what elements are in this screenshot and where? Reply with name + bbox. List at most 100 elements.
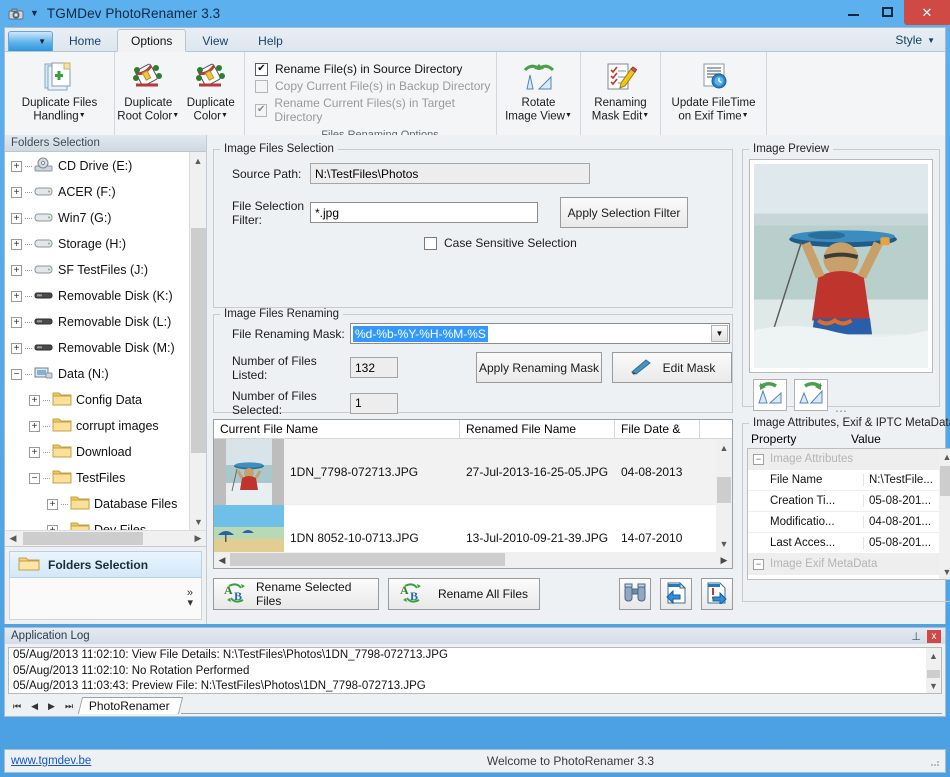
attributes-item-row[interactable]: Last Acces... 05-08-201... — [748, 533, 950, 554]
duplicate-root-color-button[interactable]: Duplicate Root Color▼ — [117, 56, 180, 122]
style-menu-button[interactable]: Style ▼ — [895, 33, 935, 47]
first-record-icon[interactable]: ⏮ — [13, 701, 21, 712]
tree-expander[interactable]: + — [11, 290, 22, 302]
apply-selection-filter-button[interactable]: Apply Selection Filter — [560, 197, 688, 228]
checkbox-rename-in-target[interactable]: ✔ Rename Current Files(s) in Target Dire… — [255, 96, 494, 124]
scroll-up-icon[interactable]: ▲ — [716, 439, 732, 456]
nav-tile-folders-selection[interactable]: Folders Selection — [9, 551, 202, 578]
column-current-file-name[interactable]: Current File Name — [214, 420, 460, 438]
tree-item-corrupt-images[interactable]: + corrupt images — [5, 413, 189, 439]
find-files-button[interactable] — [619, 578, 651, 610]
tab-options[interactable]: Options — [117, 29, 187, 52]
scroll-left-icon[interactable]: ◀ — [5, 533, 21, 544]
scroll-right-icon[interactable]: ▶ — [716, 555, 732, 566]
application-log-scrollbar[interactable]: ▲ ▼ — [926, 648, 941, 693]
case-sensitive-checkbox[interactable] — [424, 236, 437, 250]
category-expander[interactable]: − — [753, 558, 764, 570]
tab-home[interactable]: Home — [55, 30, 115, 51]
last-record-icon[interactable]: ⏭ — [65, 701, 73, 712]
tree-expander[interactable]: − — [11, 368, 22, 380]
tree-item-testfiles[interactable]: − TestFiles — [5, 465, 189, 491]
folder-tree[interactable]: + CD Drive (E:) + ACER (F:) + Win7 (G:) + Stora… — [5, 152, 206, 530]
tree-expander[interactable]: + — [11, 238, 22, 250]
maximize-button[interactable] — [870, 1, 904, 22]
scroll-down-icon[interactable]: ▼ — [190, 513, 206, 530]
application-menu-button[interactable]: ▼ — [8, 31, 53, 51]
attributes-scrollbar[interactable]: ▲ ▼ — [939, 449, 950, 579]
pin-icon[interactable]: ⊥ — [911, 630, 921, 643]
tab-help[interactable]: Help — [244, 30, 297, 51]
hscroll-thumb[interactable] — [230, 553, 505, 566]
quick-access-caret-icon[interactable]: ▼ — [30, 9, 39, 18]
rename-selected-files-button[interactable]: A B Rename Selected Files — [213, 578, 379, 610]
renaming-mask-edit-button[interactable]: Renaming Mask Edit▼ — [583, 56, 658, 122]
duplicate-color-button[interactable]: Duplicate Color▼ — [180, 56, 243, 122]
scroll-down-icon[interactable]: ▼ — [716, 535, 732, 552]
hscroll-track[interactable] — [21, 531, 190, 547]
application-log-body[interactable]: 05/Aug/2013 11:02:10: View File Details:… — [8, 647, 942, 694]
column-file-date[interactable]: File Date & — [615, 420, 700, 438]
file-list-table[interactable]: Current File Name Renamed File Name File… — [213, 419, 733, 569]
tree-expander[interactable]: + — [29, 420, 40, 432]
next-record-icon[interactable]: ▶ — [48, 701, 55, 712]
category-expander[interactable]: − — [753, 453, 764, 465]
tab-view[interactable]: View — [188, 30, 242, 51]
attributes-category-row[interactable]: − Image Attributes — [748, 449, 950, 470]
attributes-item-row[interactable]: Creation Ti... 05-08-201... — [748, 491, 950, 512]
scroll-down-icon[interactable]: ▼ — [939, 564, 950, 579]
file-list-hscrollbar[interactable]: ◀ ▶ — [214, 552, 732, 568]
tree-item-data-n[interactable]: − Data (N:) — [5, 361, 189, 387]
website-link[interactable]: www.tgmdev.be — [5, 755, 215, 767]
tree-expander[interactable]: + — [47, 524, 58, 530]
minimize-button[interactable] — [836, 1, 870, 22]
tree-item-storage-h[interactable]: + Storage (H:) — [5, 231, 189, 257]
scroll-thumb[interactable] — [940, 466, 950, 496]
resize-grip[interactable] — [926, 753, 942, 769]
tree-expander[interactable]: + — [11, 342, 22, 354]
tree-expander[interactable]: + — [47, 498, 58, 510]
column-renamed-file-name[interactable]: Renamed File Name — [460, 420, 615, 438]
folder-tree-hscrollbar[interactable]: ◀ ▶ — [5, 530, 206, 546]
file-list-scrollbar[interactable]: ▲ ▼ — [716, 439, 732, 552]
rename-all-files-button[interactable]: A B Rename All Files — [388, 578, 540, 610]
hscroll-thumb[interactable] — [23, 531, 143, 545]
rotate-left-button[interactable] — [753, 379, 787, 411]
tree-item-config-data[interactable]: + Config Data — [5, 387, 189, 413]
apply-renaming-mask-button[interactable]: Apply Renaming Mask — [476, 352, 602, 383]
scroll-up-icon[interactable]: ▲ — [926, 648, 941, 663]
tree-item-dev-files[interactable]: + Dev Files — [5, 517, 189, 530]
duplicate-files-handling-button[interactable]: Duplicate Files Handling▼ — [7, 56, 112, 122]
table-row[interactable]: 1DN 8052-10-0713.JPG 13-Jul-2010-09-21-3… — [214, 504, 716, 552]
scroll-down-icon[interactable]: ▼ — [926, 678, 941, 693]
attributes-category-row[interactable]: − Image Exif MetaData — [748, 554, 950, 575]
previous-record-icon[interactable]: ◀ — [31, 701, 38, 712]
close-icon[interactable]: x — [927, 629, 941, 643]
tree-item-sf-testfiles-j[interactable]: + SF TestFiles (J:) — [5, 257, 189, 283]
next-file-button[interactable] — [701, 578, 733, 610]
tree-item-win7-g[interactable]: + Win7 (G:) — [5, 205, 189, 231]
tree-item-removable-disk-m[interactable]: + Removable Disk (M:) — [5, 335, 189, 361]
scroll-left-icon[interactable]: ◀ — [214, 555, 230, 566]
update-filetime-button[interactable]: Update FileTime on Exif Time▼ — [663, 56, 764, 122]
rotate-right-button[interactable] — [794, 379, 828, 411]
scroll-up-icon[interactable]: ▲ — [939, 449, 950, 464]
scroll-up-icon[interactable]: ▲ — [190, 152, 206, 169]
previous-file-button[interactable] — [660, 578, 692, 610]
tree-expander[interactable]: + — [29, 446, 40, 458]
attributes-item-row[interactable]: Modificatio... 04-08-201... — [748, 512, 950, 533]
hscroll-track[interactable] — [230, 552, 716, 568]
source-path-input[interactable] — [310, 163, 590, 184]
tree-item-acer-f[interactable]: + ACER (F:) — [5, 179, 189, 205]
nav-overflow-area[interactable]: » ▾ — [9, 578, 202, 620]
chevron-down-icon[interactable]: ▾ — [187, 598, 193, 609]
folder-tree-scrollbar[interactable]: ▲ ▼ — [189, 152, 206, 530]
checkbox-rename-in-source[interactable]: ✔ Rename File(s) in Source Directory — [255, 62, 494, 76]
attributes-item-row[interactable]: Image Height2100 pixels — [748, 575, 950, 579]
tree-item-cd-drive-e[interactable]: + CD Drive (E:) — [5, 153, 189, 179]
table-row[interactable]: 1DN_7798-072713.JPG 27-Jul-2013-16-25-05… — [214, 439, 716, 505]
tree-item-download[interactable]: + Download — [5, 439, 189, 465]
chevron-down-icon[interactable]: ▼ — [711, 325, 728, 342]
tree-expander[interactable]: − — [29, 472, 40, 484]
tree-expander[interactable]: + — [11, 316, 22, 328]
tree-expander[interactable]: + — [11, 186, 22, 198]
